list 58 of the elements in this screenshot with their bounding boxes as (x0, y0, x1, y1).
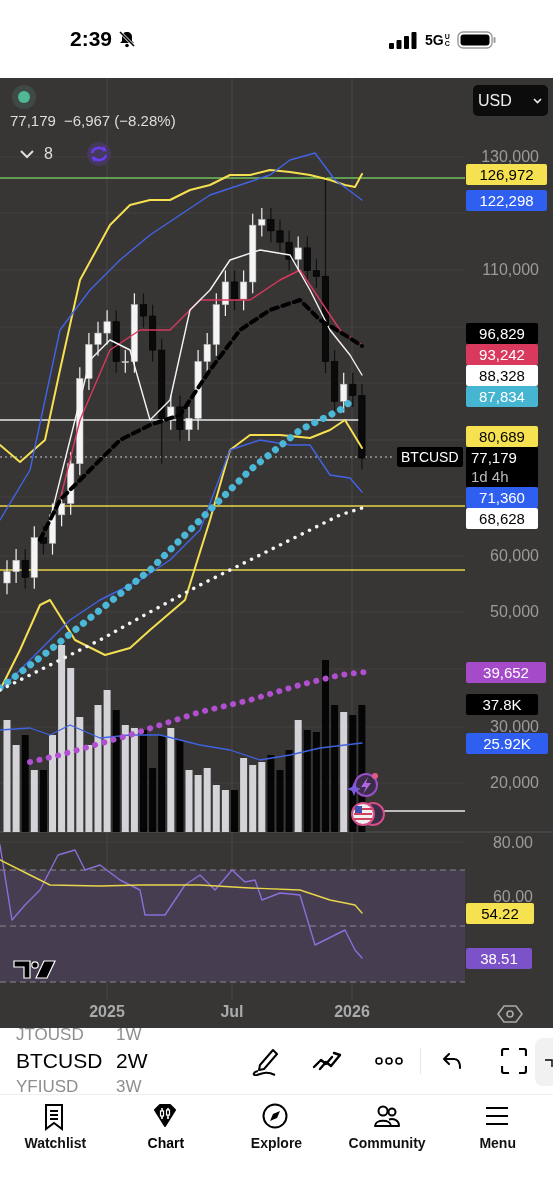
zigzag-icon[interactable] (312, 1051, 342, 1071)
status-dot-icon (12, 85, 36, 109)
price-axis-label: 50,000 (490, 602, 539, 622)
price-tag: 88,328 (466, 364, 538, 386)
nav-tab[interactable]: Community (331, 1095, 443, 1151)
chevron-icon (20, 149, 34, 159)
corner-icon (545, 1058, 553, 1067)
candle (231, 270, 238, 311)
candle (140, 292, 147, 328)
symbol-option[interactable]: BTCUSD (16, 1048, 116, 1074)
logo-icon (13, 960, 56, 979)
price-tag: 96,829 (466, 322, 538, 344)
fullscreen-icon[interactable] (501, 1048, 527, 1074)
symbol-label: BTCUSD (397, 447, 463, 467)
currency-dropdown[interactable]: USD (473, 85, 548, 116)
price-tag: 80,689 (466, 426, 538, 447)
price-tag: 77,179 1d 4h (466, 446, 538, 488)
signal-icon (389, 31, 417, 49)
price-tag: 87,834 (466, 385, 538, 407)
network-type: 5G (425, 32, 444, 48)
price-tag: 39,652 (466, 661, 546, 683)
time-axis-label: Jul (220, 1003, 244, 1021)
price-axis-label: 110,000 (482, 260, 539, 280)
undo-icon[interactable] (442, 1053, 462, 1069)
last-price: 77,179 (10, 112, 56, 129)
side-panel-button[interactable] (535, 1038, 553, 1086)
price-change: −6,967 (−8.28%) (63, 112, 176, 129)
price-tag: 122,298 (466, 189, 547, 211)
price-axis-label: 60,000 (490, 546, 539, 566)
price-tag: 126,972 (466, 163, 547, 185)
bell-slash-icon (118, 30, 137, 48)
nav-tab[interactable]: Menu (442, 1095, 553, 1151)
rsi-axis-label: 80.00 (492, 833, 533, 853)
settings-icon[interactable] (497, 1005, 523, 1023)
candle (49, 502, 56, 556)
price-tag: 93,242 (466, 343, 538, 365)
interval-option[interactable]: 2W (116, 1048, 176, 1074)
price-tag: 37.8K (466, 693, 538, 715)
more-icon[interactable] (375, 1057, 403, 1065)
price-tag: 68,628 (466, 508, 538, 529)
price-tag: 25.92K (466, 732, 548, 754)
pen-icon[interactable] (251, 1046, 279, 1076)
volume-bar (231, 790, 238, 832)
price-tag: 54.22 (466, 902, 534, 924)
time-axis-label: 2025 (89, 1003, 125, 1021)
nav-tab[interactable]: Chart (110, 1095, 222, 1151)
price-axis-label: 20,000 (490, 773, 539, 793)
time-axis-label: 2026 (334, 1003, 370, 1021)
flag-icon (351, 802, 385, 826)
lightning-badge-icon (347, 773, 378, 797)
price-tag: 71,360 (466, 487, 538, 508)
nav-tab[interactable]: Watchlist (0, 1095, 111, 1151)
price-tag: 38.51 (466, 947, 532, 969)
chevron-icon (533, 97, 542, 104)
battery-icon (456, 31, 497, 49)
nav-tab[interactable]: Explore (221, 1095, 332, 1151)
indicators-toggle[interactable]: 8 (16, 141, 57, 167)
clock-time: 2:39 (70, 27, 113, 51)
